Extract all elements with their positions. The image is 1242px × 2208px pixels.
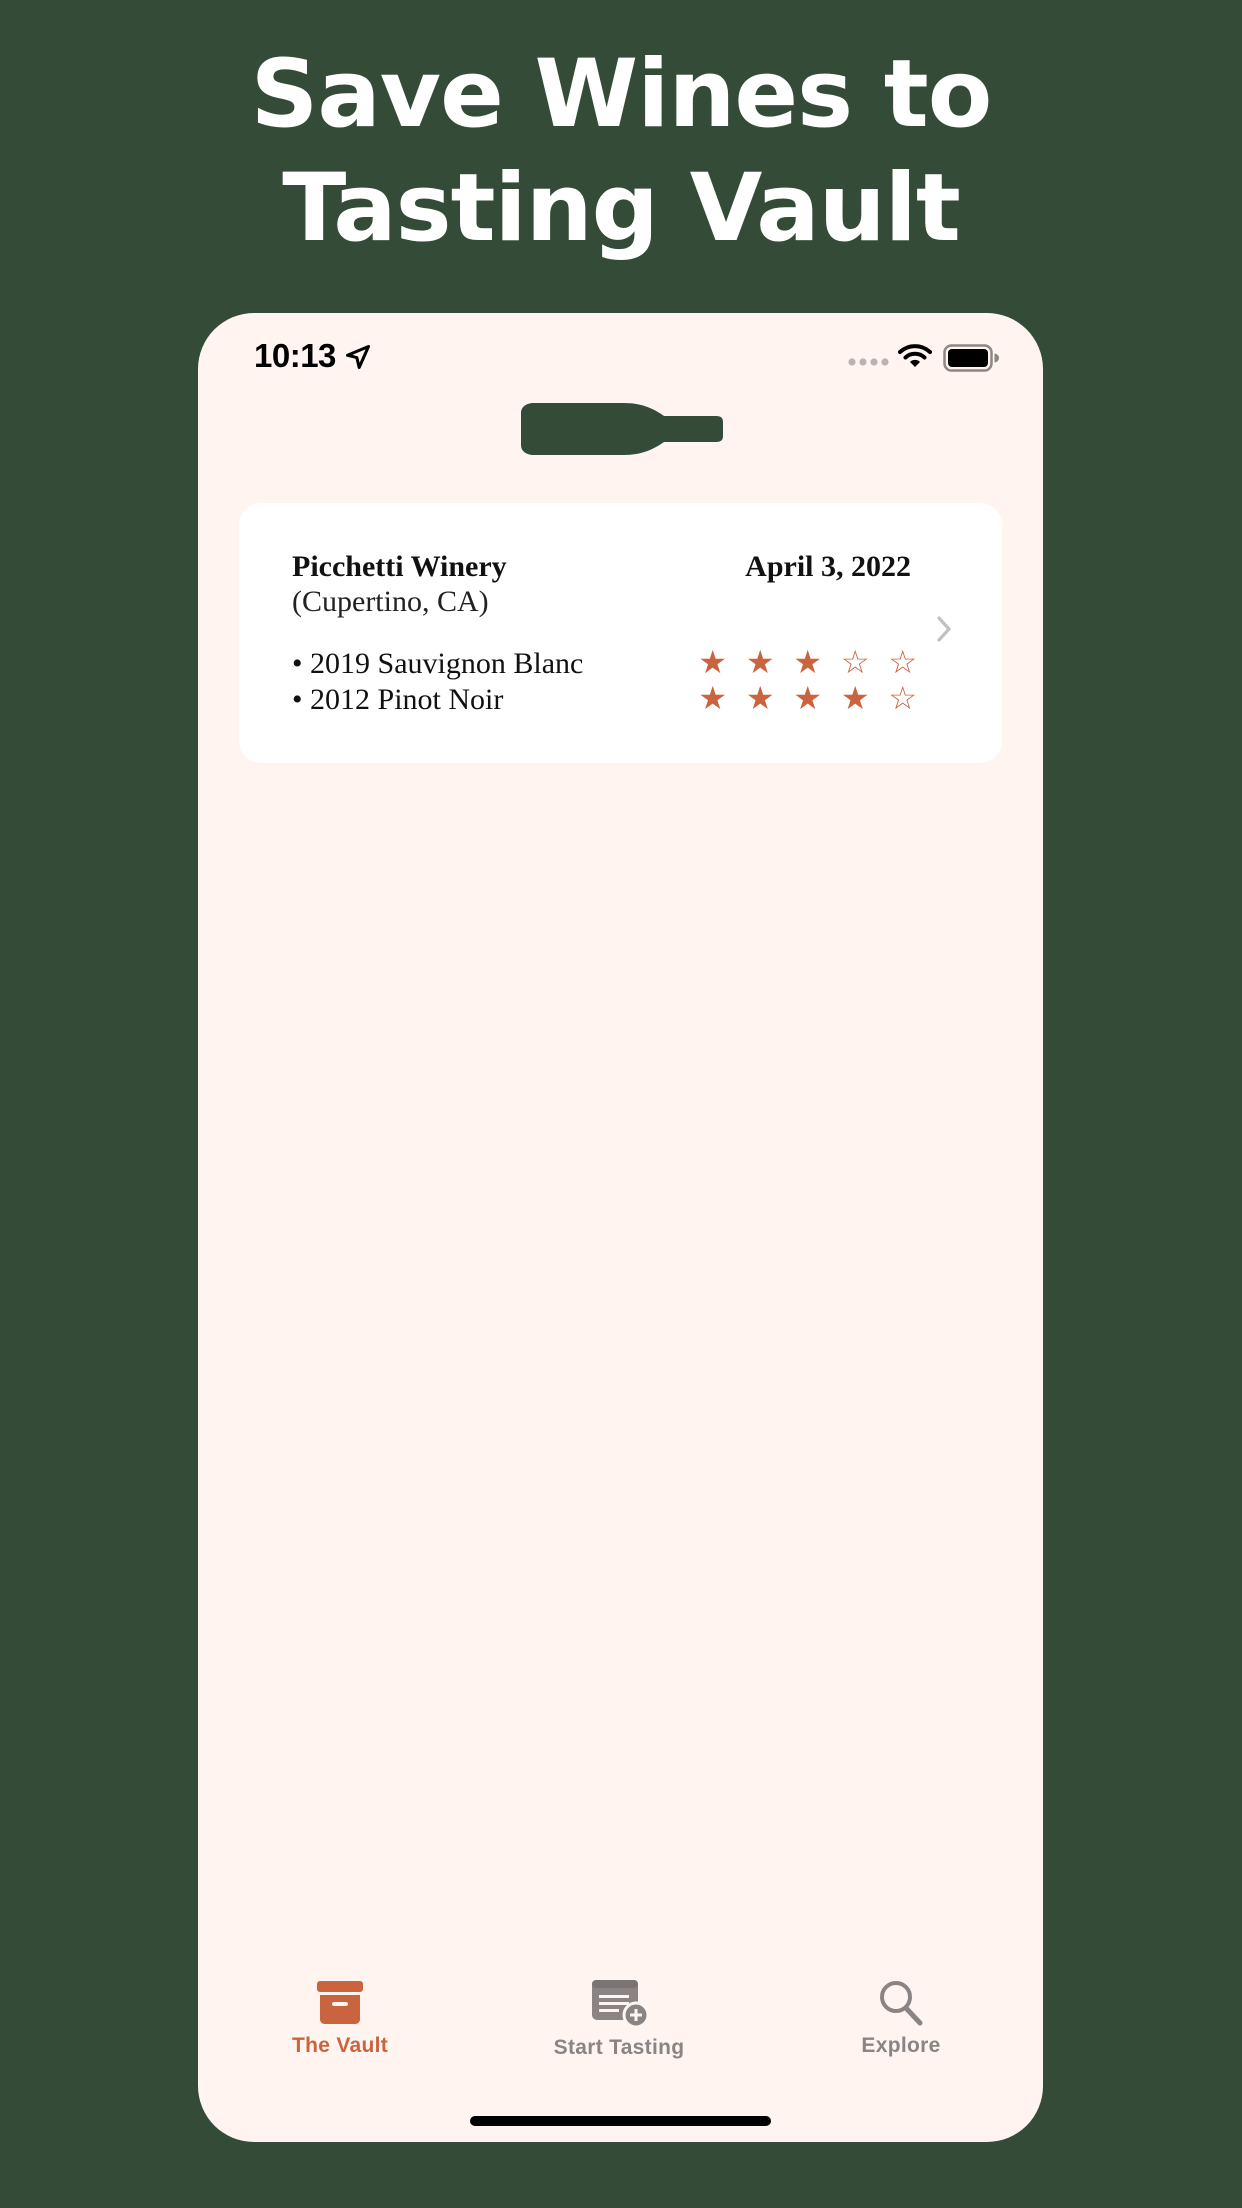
- tasting-date: April 3, 2022: [745, 550, 911, 583]
- star-filled-icon: ★: [698, 643, 728, 681]
- wine-list-item: 2012 Pinot Noir ★ ★ ★ ★ ☆: [292, 679, 917, 719]
- wine-bottle-icon: [521, 403, 723, 455]
- winery-name: Picchetti Winery: [292, 550, 507, 583]
- star-filled-icon: ★: [698, 679, 728, 717]
- add-tasting-icon: [592, 1980, 650, 2028]
- wifi-icon: [898, 344, 932, 367]
- phone-screen: 10:13 Picchetti Winery (Cupertino, CA) A…: [198, 313, 1043, 2142]
- search-icon: [880, 1981, 923, 2026]
- star-empty-icon: ☆: [888, 643, 918, 681]
- star-filled-icon: ★: [745, 679, 775, 717]
- star-rating: ★ ★ ★ ★ ☆: [689, 679, 927, 717]
- vault-entry-card[interactable]: Picchetti Winery (Cupertino, CA) April 3…: [239, 503, 1002, 763]
- tab-the-vault[interactable]: The Vault: [240, 1978, 440, 2088]
- battery-icon: [943, 344, 999, 372]
- signal-dots-icon: [848, 358, 889, 366]
- star-empty-icon: ☆: [888, 679, 918, 717]
- star-rating: ★ ★ ★ ☆ ☆: [689, 643, 927, 681]
- star-filled-icon: ★: [745, 643, 775, 681]
- tab-label: Start Tasting: [553, 2036, 685, 2059]
- wine-list-item: 2019 Sauvignon Blanc ★ ★ ★ ☆ ☆: [292, 643, 917, 683]
- tab-bar: The Vault Start Tasting Explore: [198, 1978, 1043, 2098]
- home-indicator: [470, 2116, 771, 2126]
- wine-name: 2012 Pinot Noir: [292, 683, 503, 717]
- status-time: 10:13: [254, 337, 336, 374]
- tab-label: Explore: [861, 2034, 941, 2057]
- tab-explore[interactable]: Explore: [801, 1978, 1001, 2088]
- star-filled-icon: ★: [793, 643, 823, 681]
- archive-box-icon: [317, 1981, 363, 2024]
- headline: Save Wines to Tasting Vault: [0, 38, 1242, 266]
- location-arrow-icon: [345, 344, 371, 370]
- star-filled-icon: ★: [840, 679, 870, 717]
- chevron-right-icon: [937, 616, 951, 642]
- tab-start-tasting[interactable]: Start Tasting: [519, 1978, 719, 2088]
- status-bar: 10:13: [198, 313, 1043, 403]
- wine-name: 2019 Sauvignon Blanc: [292, 647, 583, 681]
- headline-line-1: Save Wines to: [250, 40, 993, 149]
- headline-line-2: Tasting Vault: [282, 154, 961, 263]
- star-filled-icon: ★: [793, 679, 823, 717]
- star-empty-icon: ☆: [840, 643, 870, 681]
- tab-label: The Vault: [291, 2034, 389, 2057]
- winery-location: (Cupertino, CA): [292, 585, 489, 618]
